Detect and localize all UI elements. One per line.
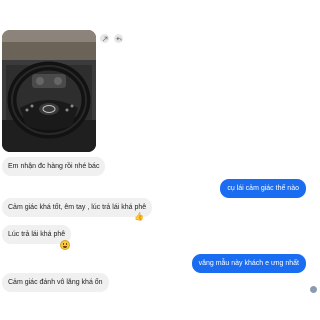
incoming-message: Em nhận đc hàng rồi nhé bác (2, 157, 106, 176)
reply-icon[interactable] (114, 34, 123, 43)
incoming-message: Cảm giác khá tốt, êm tay , lúc trả lái k… (2, 198, 153, 217)
image-actions (100, 34, 123, 43)
outgoing-message: vâng mẫu này khách e ưng nhất (191, 254, 306, 273)
laughing-emoji-icon (60, 240, 70, 250)
message-image[interactable] (2, 30, 96, 152)
outgoing-message: cụ lái cảm giác thế nào (220, 179, 306, 198)
seen-avatar (309, 285, 318, 294)
share-icon[interactable] (100, 34, 109, 43)
thumbs-up-icon: 👍 (134, 212, 144, 221)
car-steering-wheel-photo (2, 30, 96, 152)
incoming-message: Cảm giác đánh vô lăng khá ổn (2, 273, 109, 292)
